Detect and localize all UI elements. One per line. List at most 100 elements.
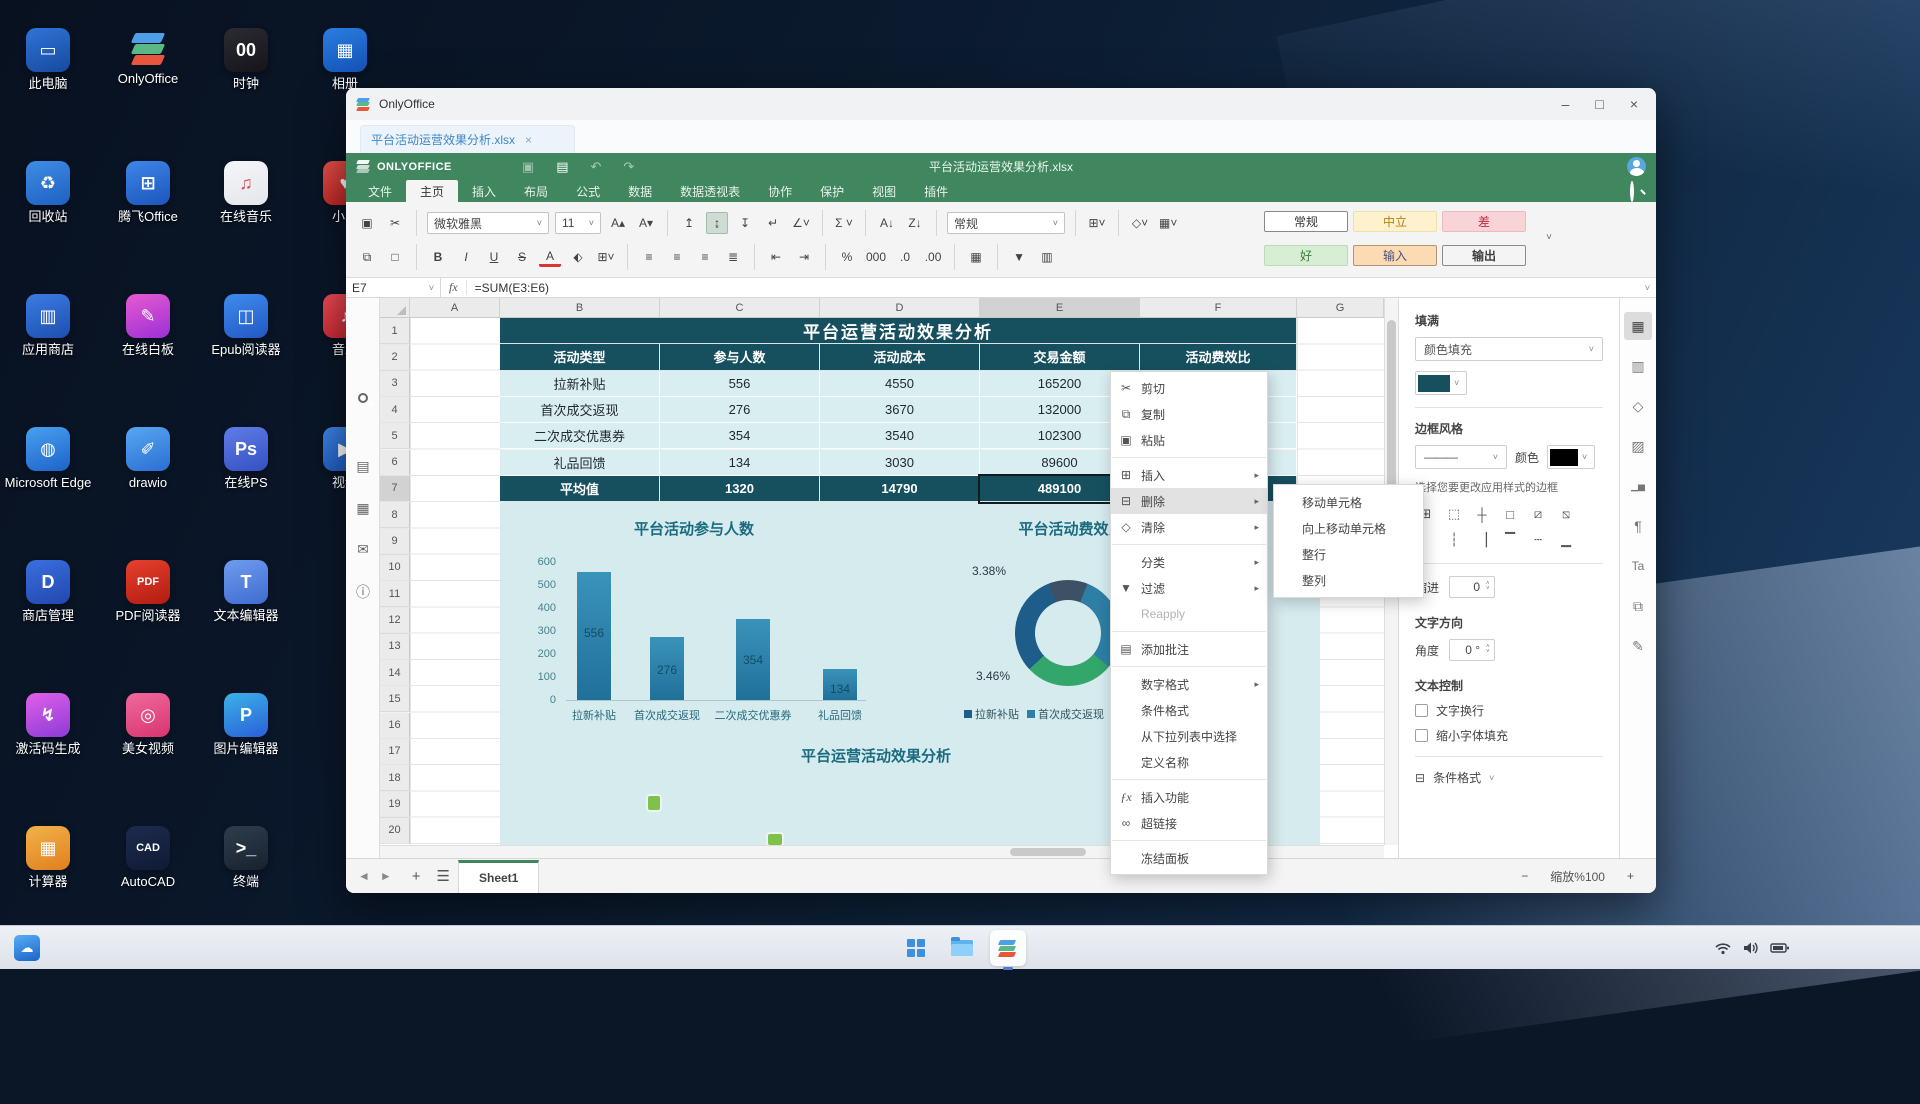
orientation-icon[interactable]: ∠˅: [790, 212, 812, 234]
ribbon-tab-插入[interactable]: 插入: [458, 180, 510, 202]
context-menu-item-删除[interactable]: ⊟删除▸: [1111, 488, 1267, 514]
context-menu-item-插入[interactable]: ⊞插入▸: [1111, 462, 1267, 488]
context-menu-item-复制[interactable]: ⧉复制: [1111, 401, 1267, 427]
sheet-list-icon[interactable]: ☰: [429, 867, 458, 885]
desktop-icon-美女视频[interactable]: ◎美女视频: [103, 693, 193, 757]
document-tab[interactable]: 平台活动运营效果分析.xlsx ×: [360, 125, 575, 153]
context-menu-item-粘贴[interactable]: ▣粘贴: [1111, 427, 1267, 453]
desktop-icon-商店管理[interactable]: D商店管理: [3, 560, 93, 624]
context-menu-item-添加批注[interactable]: ▤添加批注: [1111, 636, 1267, 662]
borders-outside-icon[interactable]: □: [1499, 503, 1521, 525]
align-bottom-icon[interactable]: ↧: [734, 212, 756, 234]
ribbon-tab-插件[interactable]: 插件: [910, 180, 962, 202]
desktop-icon-PDF阅读器[interactable]: PDFPDF阅读器: [103, 560, 193, 624]
cell-style-preset-差[interactable]: 差: [1442, 211, 1526, 232]
style-gallery-expand-icon[interactable]: ˅: [1546, 232, 1552, 243]
percent-style-icon[interactable]: %: [836, 246, 858, 268]
format-as-table-icon[interactable]: ▦˅: [1157, 212, 1179, 234]
table-data-cell[interactable]: 4550: [820, 371, 980, 397]
cell-style-preset-输出[interactable]: 输出: [1442, 245, 1526, 266]
fill-type-select[interactable]: 颜色填充˅: [1415, 337, 1603, 361]
context-menu-item-超链接[interactable]: ∞超链接: [1111, 810, 1267, 836]
cell-style-preset-中立[interactable]: 中立: [1353, 211, 1437, 232]
desktop-icon-文本编辑器[interactable]: T文本编辑器: [201, 560, 291, 624]
context-menu-item-插入功能[interactable]: ƒx插入功能: [1111, 784, 1267, 810]
column-header-C[interactable]: C: [660, 298, 820, 318]
desktop-icon-AutoCAD[interactable]: CADAutoCAD: [103, 826, 193, 890]
table-data-cell[interactable]: 354: [660, 423, 820, 449]
underline-icon[interactable]: U: [483, 246, 505, 268]
user-avatar[interactable]: [1627, 157, 1646, 176]
desktop-icon-相册[interactable]: ▦相册: [300, 28, 390, 92]
name-box[interactable]: E7˅: [346, 278, 441, 297]
borders-diag-up-icon[interactable]: ⧄: [1527, 503, 1549, 525]
desktop-icon-激活码生成[interactable]: ↯激活码生成: [3, 693, 93, 757]
ribbon-tab-保护[interactable]: 保护: [806, 180, 858, 202]
ribbon-tab-协作[interactable]: 协作: [754, 180, 806, 202]
shrink-to-fit-checkbox[interactable]: [1415, 729, 1428, 742]
zoom-out-button[interactable]: −: [1521, 869, 1528, 883]
conditional-format-button[interactable]: ⊟ 条件格式 ˅: [1415, 769, 1603, 786]
formula-input[interactable]: =SUM(E3:E6): [467, 281, 549, 295]
paste-icon[interactable]: ▣: [356, 212, 378, 234]
print-icon[interactable]: ▤: [556, 159, 568, 175]
increase-font-icon[interactable]: A▴: [607, 212, 629, 234]
wrap-text-checkbox[interactable]: [1415, 704, 1428, 717]
context-menu-item-从下拉列表中选择[interactable]: 从下拉列表中选择: [1111, 723, 1267, 749]
paragraph-settings-icon[interactable]: ¶: [1624, 512, 1652, 540]
sort-descending-icon[interactable]: Z↓: [904, 212, 926, 234]
strikethrough-icon[interactable]: S: [511, 246, 533, 268]
borders-right-icon[interactable]: ▕: [1471, 529, 1493, 551]
collapse-formula-bar-icon[interactable]: ˅: [1645, 283, 1650, 293]
battery-icon[interactable]: [1770, 940, 1790, 956]
select-all-icon[interactable]: □: [384, 246, 406, 268]
table-summary-cell[interactable]: 平均值: [500, 476, 660, 502]
ribbon-tab-公式[interactable]: 公式: [562, 180, 614, 202]
desktop-icon-回收站[interactable]: ♻回收站: [3, 161, 93, 225]
desktop-icon-在线PS[interactable]: Ps在线PS: [201, 427, 291, 491]
desktop-icon-计算器[interactable]: ▦计算器: [3, 826, 93, 890]
context-menu-item-定义名称[interactable]: 定义名称: [1111, 749, 1267, 775]
desktop-icon-OnlyOffice[interactable]: OnlyOffice: [103, 28, 193, 87]
context-menu-item-条件格式[interactable]: 条件格式: [1111, 697, 1267, 723]
cell-style-preset-输入[interactable]: 输入: [1353, 245, 1437, 266]
start-icon[interactable]: [898, 930, 934, 966]
borders-center-v-icon[interactable]: ┆: [1443, 529, 1465, 551]
prev-sheet-icon[interactable]: ◄: [358, 869, 370, 883]
desktop-icon-在线音乐[interactable]: ♫在线音乐: [201, 161, 291, 225]
ribbon-tab-数据透视表[interactable]: 数据透视表: [666, 180, 754, 202]
context-menu-item-数字格式[interactable]: 数字格式▸: [1111, 671, 1267, 697]
insert-function-icon[interactable]: fx: [441, 280, 467, 295]
desktop-icon-Microsoft Edge[interactable]: ◍Microsoft Edge: [3, 427, 93, 491]
desktop-icon-Epub阅读器[interactable]: ◫Epub阅读器: [201, 294, 291, 358]
search-icon[interactable]: [346, 390, 380, 406]
table-data-cell[interactable]: 首次成交返现: [500, 397, 660, 423]
decrease-font-icon[interactable]: A▾: [635, 212, 657, 234]
align-top-icon[interactable]: ↥: [678, 212, 700, 234]
align-left-icon[interactable]: ≡: [638, 246, 660, 268]
table-template-icon[interactable]: ▥: [1036, 246, 1058, 268]
context-menu-item-分类[interactable]: 分类▸: [1111, 549, 1267, 575]
submenu-item-向上移动单元格[interactable]: 向上移动单元格: [1274, 515, 1423, 541]
onlyoffice-taskbar-icon[interactable]: [990, 930, 1026, 966]
next-sheet-icon[interactable]: ►: [380, 869, 392, 883]
cell-settings-icon[interactable]: ▦: [1624, 312, 1652, 340]
sort-ascending-icon[interactable]: A↓: [876, 212, 898, 234]
table-settings-icon[interactable]: ▥: [1624, 352, 1652, 380]
table-data-cell[interactable]: 3030: [820, 450, 980, 476]
image-settings-icon[interactable]: ▨: [1624, 432, 1652, 460]
desktop-icon-腾飞Office[interactable]: ⊞腾飞Office: [103, 161, 193, 225]
table-header-cell[interactable]: 活动费效比: [1140, 344, 1297, 370]
context-menu-item-剪切[interactable]: ✂剪切: [1111, 375, 1267, 401]
clear-style-icon[interactable]: ◇˅: [1129, 212, 1151, 234]
filter-icon[interactable]: ▼: [1008, 246, 1030, 268]
chart-settings-icon[interactable]: ▁▅: [1624, 472, 1652, 500]
submenu-item-整列[interactable]: 整列: [1274, 567, 1423, 593]
fill-color-icon[interactable]: ⬖: [567, 246, 589, 268]
desktop-icon-在线白板[interactable]: ✎在线白板: [103, 294, 193, 358]
cell-style-icon[interactable]: ▦: [965, 246, 987, 268]
borders-bottom-icon[interactable]: ▁: [1555, 529, 1577, 551]
desktop-icon-drawio[interactable]: ✐drawio: [103, 427, 193, 491]
table-title-cell[interactable]: 平台运营活动效果分析: [500, 318, 1297, 344]
shape-settings-icon[interactable]: ◇: [1624, 392, 1652, 420]
